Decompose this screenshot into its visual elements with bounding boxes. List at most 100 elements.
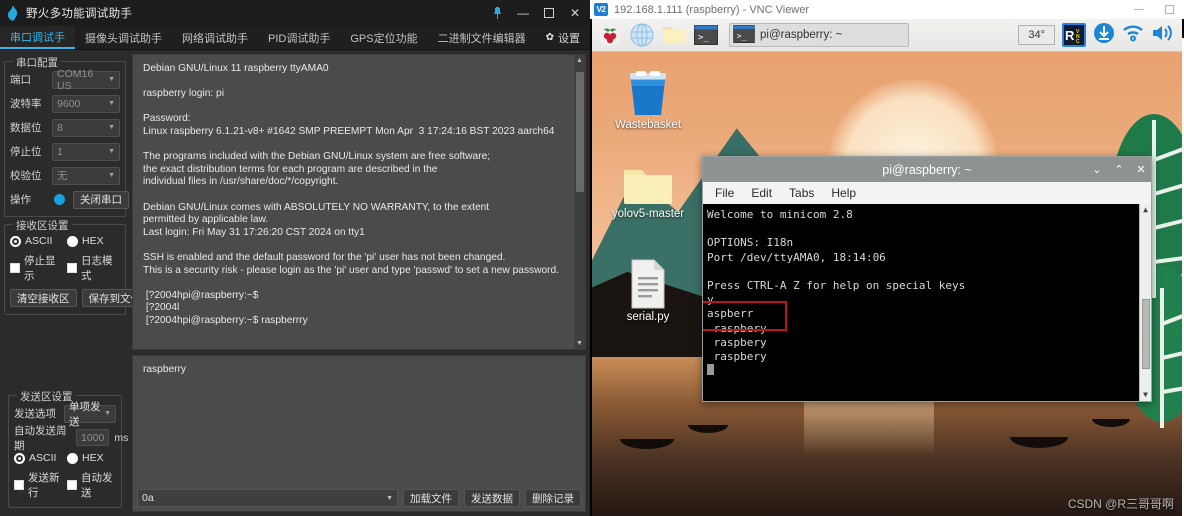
updates-icon[interactable] (1093, 22, 1115, 49)
close-icon[interactable]: ✕ (1135, 163, 1147, 176)
send-history-combo[interactable]: 0a ▼ (137, 489, 398, 507)
menu-edit[interactable]: Edit (751, 186, 772, 200)
settings-label: 设置 (557, 32, 580, 45)
send-format-radios: ASCII HEX (14, 452, 116, 464)
chevron-down-icon: ▼ (108, 76, 115, 83)
tab-serial[interactable]: 串口调试手 (0, 26, 75, 49)
receive-settings-label: 接收区设置 (13, 218, 72, 233)
left-window-title: 野火多功能调试助手 (26, 8, 133, 20)
stop-display-checkbox[interactable]: 停止显示 (10, 253, 63, 283)
send-newline-checkbox[interactable]: 发送新行 (14, 470, 63, 500)
send-ascii-label: ASCII (29, 452, 57, 464)
close-icon[interactable]: ✕ (562, 0, 588, 26)
recv-ascii-radio[interactable]: ASCII (10, 235, 63, 247)
stopbits-select[interactable]: 1 ▼ (52, 142, 120, 161)
svg-text:>_: >_ (698, 33, 709, 43)
load-file-button[interactable]: 加载文件 (403, 489, 459, 507)
radio-on-icon (10, 235, 21, 247)
terminal-output[interactable]: Welcome to minicom 2.8 OPTIONS: I18n Por… (703, 204, 1151, 401)
send-area-text[interactable]: raspberry (133, 356, 585, 489)
tab-serial-label: 串口调试手 (10, 31, 65, 44)
minimize-icon[interactable]: — (510, 0, 536, 26)
log-mode-checkbox[interactable]: 日志模式 (67, 253, 120, 283)
flame-icon (6, 5, 20, 21)
vnc-window-controls: — (1124, 0, 1184, 19)
tab-network-label: 网络调试助手 (182, 32, 248, 45)
pin-icon[interactable] (484, 0, 510, 26)
auto-send-checkbox[interactable]: 自动发送 (67, 470, 116, 500)
databits-select[interactable]: 8 ▼ (52, 118, 120, 137)
terminal-icon[interactable]: >_ (693, 22, 719, 48)
maximize-icon[interactable] (536, 0, 562, 26)
file-manager-icon[interactable] (661, 22, 687, 48)
radio-off-icon (67, 235, 78, 247)
baud-select[interactable]: 9600 ▼ (52, 94, 120, 113)
pi-taskbar: >_ >_ pi@raspberry: ~ 34° R V N C (592, 19, 1182, 52)
desktop-icon-yolov5-master[interactable]: yolov5-master (602, 164, 694, 220)
tab-camera[interactable]: 摄像头调试助手 (75, 26, 172, 49)
tab-network[interactable]: 网络调试助手 (172, 26, 258, 49)
settings-button[interactable]: ✿ 设置 (536, 26, 590, 49)
clear-receive-button[interactable]: 清空接收区 (10, 289, 77, 307)
scroll-down-icon[interactable]: ▼ (576, 338, 583, 349)
desktop-icon-wastebasket[interactable]: Wastebasket (602, 71, 694, 131)
scroll-up-icon[interactable]: ▲ (1143, 204, 1148, 216)
minimize-icon[interactable]: ⌄ (1091, 163, 1103, 176)
baud-row: 波特率 9600 ▼ (10, 94, 120, 113)
terminal-output-bottom: raspbery raspbery raspbery (713, 321, 767, 364)
auto-send-period-input[interactable]: 1000 (76, 429, 110, 446)
taskbar-window-button[interactable]: >_ pi@raspberry: ~ (729, 23, 909, 47)
delete-record-button[interactable]: 删除记录 (525, 489, 581, 507)
web-browser-icon[interactable] (629, 22, 655, 48)
recv-format-radios: ASCII HEX (10, 235, 120, 247)
tab-gps[interactable]: GPS定位功能 (340, 26, 427, 49)
send-data-button[interactable]: 发送数据 (464, 489, 520, 507)
close-serial-button[interactable]: 关闭串口 (73, 190, 129, 209)
databits-row: 数据位 8 ▼ (10, 118, 120, 137)
wifi-icon[interactable] (1122, 24, 1144, 47)
receive-area[interactable]: Debian GNU/Linux 11 raspberry ttyAMA0 ra… (132, 54, 586, 350)
port-label: 端口 (10, 74, 31, 86)
raspberry-menu-icon[interactable] (597, 22, 623, 48)
receive-scrollbar[interactable]: ▲ ▼ (574, 55, 585, 349)
menu-tabs[interactable]: Tabs (789, 186, 814, 200)
send-option-row: 发送选项 单项发送 ▼ (14, 401, 116, 428)
port-value: COM16 US (57, 67, 94, 92)
tab-camera-label: 摄像头调试助手 (85, 32, 162, 45)
left-window-titlebar: 野火多功能调试助手 — ✕ (0, 0, 590, 26)
parity-select[interactable]: 无 ▼ (52, 166, 120, 185)
scroll-down-icon[interactable]: ▼ (1143, 389, 1148, 401)
recv-hex-radio[interactable]: HEX (67, 235, 120, 247)
chevron-down-icon: ▼ (108, 124, 115, 131)
vnc-remote-screen[interactable]: Wastebasket yolov5-master serial.py >_ >… (590, 19, 1184, 516)
port-select[interactable]: COM16 US ▼ (52, 67, 120, 92)
send-ascii-radio[interactable]: ASCII (14, 452, 63, 464)
config-column: 串口配置 端口 COM16 US ▼ 波特率 9600 ▼ 数据位 8 ▼ 停止… (0, 50, 148, 516)
terminal-icon: >_ (733, 24, 755, 46)
taskbar-tray: 34° R V N C (1018, 22, 1177, 49)
tab-pid[interactable]: PID调试助手 (258, 26, 340, 49)
csdn-watermark: CSDN @R三哥哥啊 (1067, 497, 1174, 511)
raspberry-pi-desktop: Wastebasket yolov5-master serial.py >_ >… (592, 19, 1182, 516)
scroll-thumb[interactable] (1142, 298, 1150, 370)
terminal-scrollbar[interactable]: ▲ ▼ (1139, 204, 1151, 401)
vnc-server-icon[interactable]: R V N C (1062, 23, 1086, 47)
checkbox-icon (67, 480, 77, 490)
tab-binary-editor[interactable]: 二进制文件编辑器 (428, 26, 536, 49)
parity-value: 无 (57, 170, 68, 182)
menu-help[interactable]: Help (831, 186, 856, 200)
action-row: 操作 关闭串口 (10, 190, 129, 209)
maximize-icon[interactable] (1154, 0, 1184, 19)
minimize-icon[interactable]: — (1124, 0, 1154, 19)
maximize-icon[interactable]: ⌃ (1113, 163, 1125, 176)
scroll-up-icon[interactable]: ▲ (576, 55, 583, 66)
scroll-thumb[interactable] (575, 72, 584, 192)
send-option-select[interactable]: 单项发送 ▼ (64, 401, 116, 428)
menu-file[interactable]: File (715, 186, 734, 200)
desktop-icon-serial-py[interactable]: serial.py (602, 259, 694, 323)
send-hex-radio[interactable]: HEX (67, 452, 116, 464)
svg-text:C: C (1076, 39, 1080, 45)
volume-icon[interactable] (1151, 23, 1173, 48)
terminal-cursor (707, 364, 714, 376)
radio-off-icon (67, 452, 78, 464)
